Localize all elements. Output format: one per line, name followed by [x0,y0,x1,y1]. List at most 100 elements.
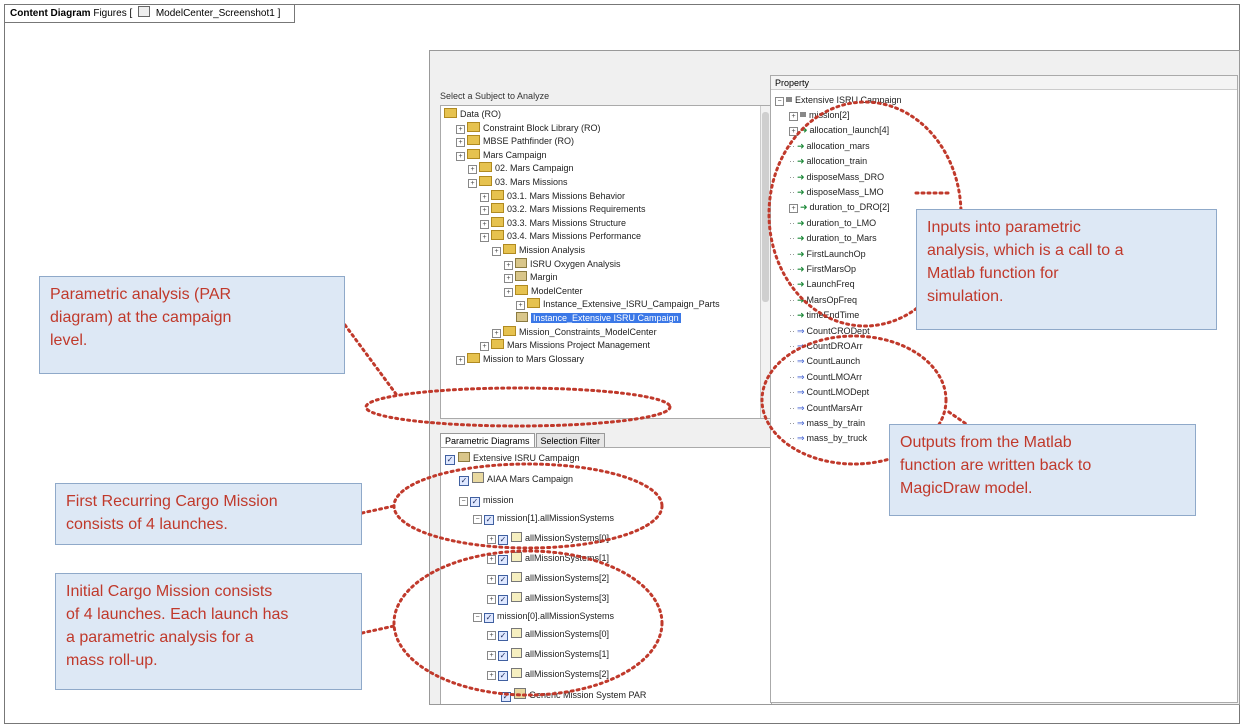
expand-icon[interactable]: + [487,575,496,584]
expand-icon[interactable]: + [504,287,513,297]
expand-icon[interactable]: + [487,671,496,680]
parametric-tree[interactable]: ✓ Extensive ISRU Campaign ✓ AIAA Mars Campa… [440,447,772,704]
property-item[interactable]: ·· ⇒ CountDROArr [789,340,863,353]
tree-item[interactable]: + ✓ allMissionSystems[1] [487,648,609,661]
expand-icon[interactable]: − [473,515,482,524]
expand-icon[interactable]: + [504,274,513,284]
tree-item[interactable]: − ✓ mission [459,494,514,507]
tree-item[interactable]: + Mission Analysis [492,244,585,257]
expand-icon[interactable]: + [480,206,489,216]
expand-icon[interactable]: + [492,247,501,256]
expand-icon[interactable]: + [516,301,525,311]
expand-icon[interactable]: + [480,192,489,202]
property-item[interactable]: + ➜ duration_to_DRO[2] [789,201,890,214]
tree-item[interactable]: − ✓ mission[0].allMissionSystems [473,610,614,623]
tree-item[interactable]: + Instance_Extensive_ISRU_Campaign_Parts [516,298,720,311]
tree-item[interactable]: +03.3. Mars Missions Structure [480,216,626,230]
tab-selection-filter[interactable]: Selection Filter [535,433,606,448]
tree-item[interactable]: + ✓ allMissionSystems[2] [487,572,609,585]
scrollbar-thumb[interactable] [762,112,769,302]
tree-item[interactable]: ✓ AIAA Mars Campaign [459,472,573,486]
checkbox[interactable]: ✓ [498,651,508,661]
checkbox[interactable]: ✓ [445,455,455,465]
property-item[interactable]: ·· ➜ MarsOpFreq [789,294,857,307]
property-item[interactable]: ·· ⇒ mass_by_train [789,417,865,430]
property-item[interactable]: ·· ➜ duration_to_Mars [789,232,877,245]
expand-icon[interactable]: + [789,127,798,137]
property-item[interactable]: ·· ➜ timeEndTime [789,309,859,322]
expand-icon[interactable]: + [456,124,465,134]
tree-item[interactable]: + Mission to Mars Glossary [456,352,584,366]
expand-icon[interactable]: + [480,233,489,243]
tree-item[interactable]: + Constraint Block Library (RO) [456,121,601,135]
tree-item[interactable]: ✓ Extensive ISRU Campaign [445,452,580,465]
tree-item[interactable]: +03.1. Mars Missions Behavior [480,189,625,203]
property-item[interactable]: ·· ➜ allocation_train [789,155,867,168]
checkbox[interactable]: ✓ [501,692,511,702]
tree-item[interactable]: + Margin [504,271,558,284]
tree-item[interactable]: + ✓ allMissionSystems[2] [487,668,609,681]
property-item[interactable]: ·· ➜ FirstLaunchOp [789,248,866,261]
expand-icon[interactable]: + [487,555,496,564]
checkbox[interactable]: ✓ [484,613,494,623]
tree-item[interactable]: + ✓ allMissionSystems[1] [487,552,609,565]
tree-item[interactable]: + Mars Missions Project Management [480,339,650,352]
expand-icon[interactable]: + [480,342,489,352]
tree-item[interactable]: + MBSE Pathfinder (RO) [456,135,574,148]
property-item[interactable]: ·· ⇒ CountLaunch [789,355,860,368]
checkbox[interactable]: ✓ [498,595,508,605]
checkbox[interactable]: ✓ [484,515,494,525]
property-item[interactable]: + ➜ allocation_launch[4] [789,124,889,137]
expand-icon[interactable]: − [473,613,482,622]
property-root[interactable]: − Extensive ISRU Campaign [775,94,902,107]
property-item[interactable]: ·· ⇒ CountMarsArr [789,402,863,415]
tree-item[interactable]: +03. Mars Missions [468,176,568,189]
expand-icon[interactable]: + [456,138,465,148]
checkbox[interactable]: ✓ [498,555,508,565]
expand-icon[interactable]: − [459,497,468,506]
property-item[interactable]: ·· ⇒ CountCRODept [789,325,870,338]
checkbox[interactable]: ✓ [498,575,508,585]
tree-item[interactable]: +02. Mars Campaign [468,162,574,175]
expand-icon[interactable]: + [487,535,496,544]
tree-item[interactable]: + ✓ allMissionSystems[3] [487,592,609,605]
tree-item[interactable]: ✓ Generic Mission System PAR [501,688,646,702]
tree-item[interactable]: + ModelCenter [504,284,583,298]
tree-item[interactable]: + ISRU Oxygen Analysis [504,257,621,271]
tree-item[interactable]: + Mission_Constraints_ModelCenter [492,325,657,339]
checkbox[interactable]: ✓ [498,535,508,545]
tree-item[interactable]: + ✓ allMissionSystems[0] [487,628,609,641]
tree-item[interactable]: Data (RO) [444,108,501,121]
expand-icon[interactable]: + [487,595,496,604]
expand-icon[interactable]: + [487,631,496,640]
tree-item[interactable]: +03.4. Mars Missions Performance [480,230,641,243]
checkbox[interactable]: ✓ [470,497,480,507]
expand-icon[interactable]: + [456,151,465,161]
tab-parametric-diagrams[interactable]: Parametric Diagrams [440,433,535,448]
tree-item[interactable]: − ✓ mission[1].allMissionSystems [473,512,614,525]
expand-icon[interactable]: + [492,328,501,338]
property-item[interactable]: ·· ➜ disposeMass_DRO [789,171,884,184]
expand-icon[interactable]: + [487,651,496,660]
property-item[interactable]: ·· ⇒ CountLMODept [789,386,869,399]
tree-item[interactable]: Instance_Extensive ISRU Campaign [516,312,681,325]
expand-icon[interactable]: + [456,355,465,365]
property-item[interactable]: ·· ⇒ CountLMOArr [789,371,862,384]
tree-item[interactable]: + ✓ allMissionSystems[0] [487,532,609,545]
subject-tree[interactable]: Data (RO) + Constraint Block Library (RO) +… [440,105,772,419]
property-item[interactable]: ·· ⇒ mass_by_truck [789,432,867,445]
property-item[interactable]: + mission[2] [789,109,850,122]
expand-icon[interactable]: + [789,112,798,121]
checkbox[interactable]: ✓ [498,671,508,681]
collapse-icon[interactable]: − [775,97,784,106]
checkbox[interactable]: ✓ [459,476,469,486]
checkbox[interactable]: ✓ [498,631,508,641]
property-item[interactable]: ·· ➜ LaunchFreq [789,278,855,291]
tree-item[interactable]: +03.2. Mars Missions Requirements [480,203,646,216]
property-item[interactable]: ·· ➜ FirstMarsOp [789,263,856,276]
property-item[interactable]: ·· ➜ disposeMass_LMO [789,186,884,199]
tree-item[interactable]: + Mars Campaign [456,148,547,162]
property-item[interactable]: ·· ➜ duration_to_LMO [789,217,876,230]
expand-icon[interactable]: + [504,260,513,270]
expand-icon[interactable]: + [480,219,489,229]
